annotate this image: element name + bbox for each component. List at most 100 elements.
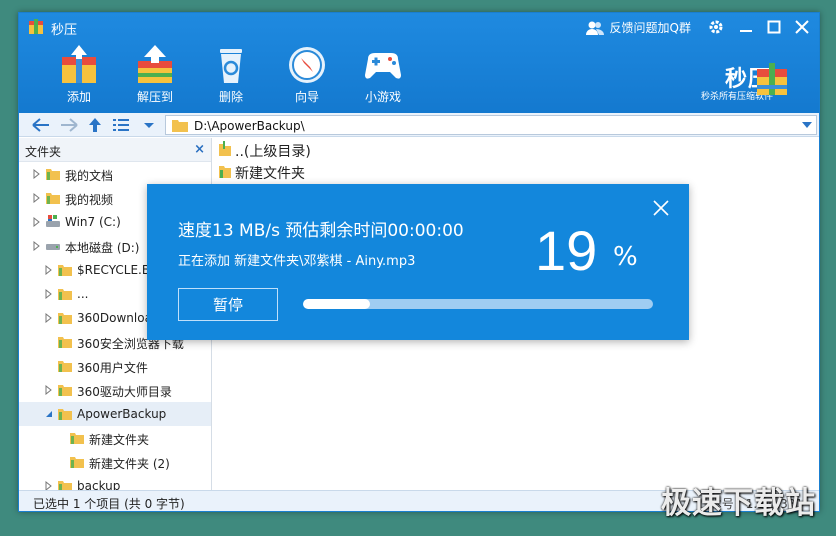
folder-tree-header: 文件夹 × xyxy=(19,138,211,162)
folder-icon xyxy=(58,481,72,490)
status-selection: 已选中 1 个项目 (共 0 字节) xyxy=(33,497,185,511)
close-icon[interactable] xyxy=(653,200,669,216)
add-button[interactable]: 添加 xyxy=(41,43,117,107)
folder-icon xyxy=(58,337,72,348)
gamepad-icon xyxy=(365,53,401,79)
parent-folder-icon xyxy=(219,141,231,156)
file-row[interactable]: 新建文件夹 xyxy=(213,160,819,182)
hard-drive-icon xyxy=(46,244,60,250)
chevron-right-icon[interactable] xyxy=(45,313,53,323)
tree-item-label: 我的文档 xyxy=(65,169,114,183)
chevron-right-icon[interactable] xyxy=(33,193,41,203)
address-path: D:\ApowerBackup\ xyxy=(194,119,305,133)
add-label: 添加 xyxy=(66,90,91,104)
view-dropdown-icon[interactable] xyxy=(139,116,159,134)
brand-logo-icon xyxy=(757,63,787,95)
file-name: ..(上级目录) xyxy=(235,144,311,160)
chevron-right-icon[interactable] xyxy=(33,169,41,179)
percent-sign: % xyxy=(613,242,638,272)
tree-item-label: 新建文件夹 xyxy=(89,433,150,447)
tree-item[interactable]: ApowerBackup xyxy=(19,402,211,426)
compass-icon xyxy=(289,47,325,83)
system-drive-icon xyxy=(46,215,60,227)
pause-button[interactable]: 暂停 xyxy=(178,288,278,321)
chevron-right-icon[interactable] xyxy=(33,217,41,227)
main-toolbar: 添加 解压到 删除 向导 小游戏 xyxy=(41,43,421,107)
tree-item-label: ApowerBackup xyxy=(77,407,167,421)
up-folder-icon[interactable] xyxy=(85,116,105,134)
tree-item[interactable]: 我的文档 xyxy=(19,162,211,186)
feedback-link[interactable]: 反馈问题加Q群 xyxy=(585,19,691,36)
tree-item-label: 本地磁盘 (D:) xyxy=(65,241,140,255)
folder-icon xyxy=(58,385,72,396)
progress-dialog: 速度13 MB/s 预估剩余时间00:00:00 正在添加 新建文件夹\邓紫棋 … xyxy=(147,184,689,340)
chevron-right-icon[interactable] xyxy=(45,385,53,395)
file-row[interactable]: ..(上级目录) xyxy=(213,138,819,160)
wizard-label: 向导 xyxy=(294,90,319,104)
folder-icon xyxy=(58,409,72,420)
extract-icon xyxy=(138,45,172,83)
folder-icon xyxy=(172,120,188,132)
close-window-button[interactable] xyxy=(791,17,813,37)
gear-icon xyxy=(709,20,723,34)
header-band: 秒压 反馈问题加Q群 添加 解压到 删除 向导 小游戏 秒压 秒杀所有压缩软件 xyxy=(19,13,819,113)
progress-percent: 19 xyxy=(535,219,598,282)
users-icon xyxy=(585,21,604,35)
forward-arrow-icon[interactable] xyxy=(59,116,79,134)
chevron-down-icon[interactable] xyxy=(802,121,812,129)
folder-icon xyxy=(58,361,72,372)
watermark-text: 极速下载站 xyxy=(661,486,816,521)
tree-item-label: 新建文件夹 (2) xyxy=(89,457,170,471)
tree-item-label: 我的视频 xyxy=(65,193,114,207)
tree-item[interactable]: backup xyxy=(19,474,211,490)
folder-icon xyxy=(219,166,231,178)
settings-button[interactable] xyxy=(705,17,727,37)
tree-item-label: Win7 (C:) xyxy=(65,215,121,229)
file-name: 新建文件夹 xyxy=(235,166,305,182)
folder-icon xyxy=(46,169,60,180)
folder-icon xyxy=(46,193,60,204)
recycle-bin-icon xyxy=(220,49,242,83)
maximize-button[interactable] xyxy=(763,17,785,37)
back-arrow-icon[interactable] xyxy=(31,116,51,134)
delete-button[interactable]: 删除 xyxy=(193,43,269,107)
tree-item[interactable]: 360驱动大师目录 xyxy=(19,378,211,402)
close-icon xyxy=(795,20,809,34)
tree-item-label: backup xyxy=(77,479,121,490)
folder-icon xyxy=(58,313,72,324)
current-file-text: 正在添加 新建文件夹\邓紫棋 - Ainy.mp3 xyxy=(178,254,416,269)
add-archive-icon xyxy=(62,45,96,83)
tree-item-label: 360驱动大师目录 xyxy=(77,385,172,399)
wizard-button[interactable]: 向导 xyxy=(269,43,345,107)
delete-label: 删除 xyxy=(218,90,243,104)
folder-tree-title: 文件夹 xyxy=(25,145,62,159)
extract-button[interactable]: 解压到 xyxy=(117,43,193,107)
close-tree-button[interactable]: × xyxy=(194,142,205,157)
tree-item[interactable]: 新建文件夹 xyxy=(19,426,211,450)
chevron-down-icon[interactable] xyxy=(45,409,53,419)
speed-eta-text: 速度13 MB/s 预估剩余时间00:00:00 xyxy=(178,221,464,241)
chevron-right-icon[interactable] xyxy=(33,241,41,251)
window-title: 秒压 xyxy=(51,23,78,38)
folder-icon xyxy=(58,289,72,300)
folder-icon xyxy=(70,433,84,444)
progress-fill xyxy=(303,299,370,309)
games-button[interactable]: 小游戏 xyxy=(345,43,421,107)
progress-bar xyxy=(303,299,653,309)
games-label: 小游戏 xyxy=(364,90,401,104)
minimize-icon xyxy=(740,30,752,32)
address-input[interactable]: D:\ApowerBackup\ xyxy=(165,115,817,135)
tree-item[interactable]: 新建文件夹 (2) xyxy=(19,450,211,474)
minimize-button[interactable] xyxy=(735,17,757,37)
chevron-right-icon[interactable] xyxy=(45,481,53,490)
view-list-icon[interactable] xyxy=(111,116,131,134)
folder-icon xyxy=(58,265,72,276)
chevron-right-icon[interactable] xyxy=(45,265,53,275)
tree-item[interactable]: 360用户文件 xyxy=(19,354,211,378)
title-bar: 秒压 反馈问题加Q群 xyxy=(19,13,819,41)
address-bar: D:\ApowerBackup\ xyxy=(19,113,819,137)
tree-item-label: ... xyxy=(77,287,89,301)
maximize-icon xyxy=(767,20,781,34)
chevron-right-icon[interactable] xyxy=(45,289,53,299)
feedback-label: 反馈问题加Q群 xyxy=(609,21,691,35)
